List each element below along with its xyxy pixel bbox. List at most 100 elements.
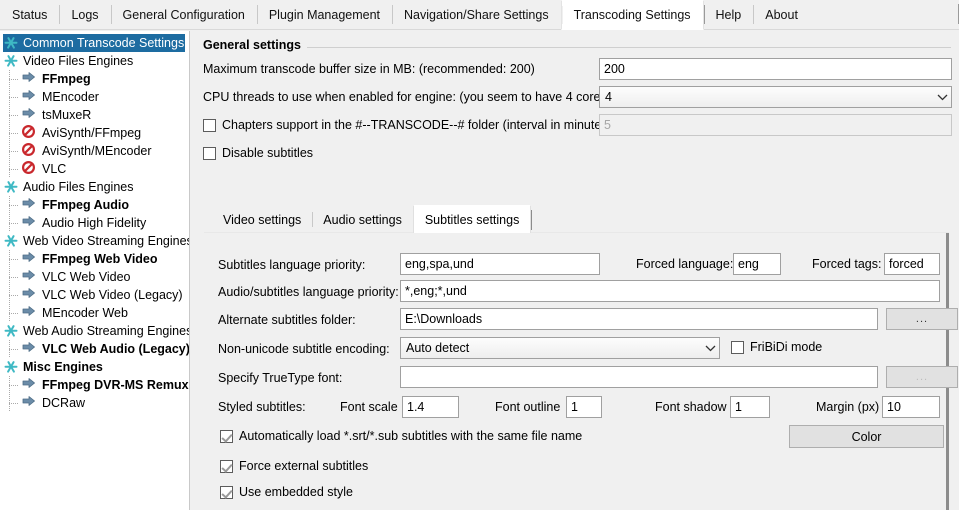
subtab-label: Video settings	[223, 212, 302, 227]
subtab-subtitles-settings[interactable]: Subtitles settings	[412, 205, 532, 233]
tab-logs[interactable]: Logs	[59, 0, 110, 29]
alt-subtitles-folder-input[interactable]	[400, 308, 878, 330]
tab-status[interactable]: Status	[0, 0, 59, 29]
tree-item-mencoder[interactable]: MEncoder	[0, 88, 189, 106]
tree-item-label: VLC	[42, 162, 67, 176]
tree-item-label: Web Audio Streaming Engines	[23, 324, 190, 338]
tree-item-ffmpeg-dvr-ms-remux[interactable]: FFmpeg DVR-MS Remux	[0, 376, 189, 394]
tree-guide-elbow	[9, 313, 19, 314]
tree-item-content: Video Files Engines	[3, 52, 133, 70]
font-outline-input[interactable]	[566, 396, 602, 418]
tree-item-content: VLC Web Audio (Legacy)	[22, 340, 189, 358]
font-shadow-label: Font shadow	[655, 400, 727, 414]
tree-item-content: VLC Web Video	[22, 268, 130, 286]
autoload-subtitles-checkbox-box	[220, 429, 233, 443]
tab-navigation-share-settings[interactable]: Navigation/Share Settings	[392, 0, 561, 29]
tree-item-content: VLC Web Video (Legacy)	[22, 286, 183, 304]
fribidi-checkbox[interactable]: FriBiDi mode	[731, 340, 822, 354]
force-external-subtitles-label: Force external subtitles	[239, 459, 369, 473]
tree-item-tsmuxer[interactable]: tsMuxeR	[0, 106, 189, 124]
tab-general-configuration[interactable]: General Configuration	[110, 0, 257, 29]
styled-subtitles-label: Styled subtitles:	[218, 400, 306, 414]
tree-item-vlc-web-audio-legacy[interactable]: VLC Web Audio (Legacy)	[0, 340, 189, 358]
use-embedded-style-label: Use embedded style	[239, 485, 353, 499]
forced-language-label: Forced language:	[636, 257, 734, 271]
tree-item-label: VLC Web Video	[42, 270, 131, 284]
deny-icon	[22, 125, 38, 141]
subtitle-encoding-label: Non-unicode subtitle encoding:	[218, 342, 390, 356]
arrow-icon	[22, 89, 38, 105]
force-external-subtitles-checkbox[interactable]: Force external subtitles	[220, 459, 368, 473]
tree-guide-elbow	[9, 223, 19, 224]
cpu-threads-value: 4	[605, 90, 612, 104]
force-external-subtitles-checkbox-box	[220, 459, 233, 473]
sub-language-priority-input[interactable]	[400, 253, 600, 275]
tree-item-ffmpeg[interactable]: FFmpeg	[0, 70, 189, 88]
tree-item-label: Audio Files Engines	[23, 180, 134, 194]
tree-item-vlc-web-video-legacy[interactable]: VLC Web Video (Legacy)	[0, 286, 189, 304]
audio-sub-priority-label: Audio/subtitles language priority:	[218, 285, 399, 299]
tree-item-vlc[interactable]: VLC	[0, 160, 189, 178]
forced-language-input[interactable]	[733, 253, 781, 275]
tree-item-ffmpeg-audio[interactable]: FFmpeg Audio	[0, 196, 189, 214]
tree-item-ffmpeg-web-video[interactable]: FFmpeg Web Video	[0, 250, 189, 268]
tree-item-audio-high-fidelity[interactable]: Audio High Fidelity	[0, 214, 189, 232]
tree-item-vlc-web-video[interactable]: VLC Web Video	[0, 268, 189, 286]
tree-item-avisynth-mencoder[interactable]: AviSynth/MEncoder	[0, 142, 189, 160]
arrow-icon	[22, 287, 38, 303]
tree-guide-elbow	[9, 385, 19, 386]
tab-label: General Configuration	[122, 7, 245, 22]
chapters-checkbox[interactable]: Chapters support in the #--TRANSCODE--# …	[203, 118, 615, 132]
fribidi-checkbox-box	[731, 340, 744, 354]
tree-guide-elbow	[9, 169, 19, 170]
tree-item-avisynth-ffmpeg[interactable]: AviSynth/FFmpeg	[0, 124, 189, 142]
font-scale-input[interactable]	[402, 396, 459, 418]
tree-guide-elbow	[9, 349, 19, 350]
tree-item-misc-engines[interactable]: Misc Engines	[0, 358, 189, 376]
buffer-size-input[interactable]	[599, 58, 952, 80]
subtab-audio-settings[interactable]: Audio settings	[312, 207, 413, 232]
subtitle-encoding-select[interactable]: Auto detect	[400, 337, 720, 359]
tab-help[interactable]: Help	[703, 0, 754, 29]
truetype-font-input[interactable]	[400, 366, 878, 388]
tree-item-dcraw[interactable]: DCRaw	[0, 394, 189, 412]
tree-item-mencoder-web[interactable]: MEncoder Web	[0, 304, 189, 322]
tree-item-content: Audio Files Engines	[3, 178, 133, 196]
tab-transcoding-settings[interactable]: Transcoding Settings	[560, 0, 704, 30]
arrow-icon	[22, 305, 38, 321]
font-shadow-input[interactable]	[730, 396, 770, 418]
alt-subtitles-folder-browse-button[interactable]: ...	[886, 308, 958, 330]
margin-label: Margin (px)	[816, 400, 880, 414]
disable-subtitles-label: Disable subtitles	[222, 146, 314, 160]
autoload-subtitles-checkbox[interactable]: Automatically load *.srt/*.sub subtitles…	[220, 429, 582, 443]
chapters-interval-input[interactable]	[599, 114, 952, 136]
arrow-icon	[22, 197, 38, 213]
engines-tree[interactable]: Common Transcode Settings Video Files Eng…	[0, 31, 190, 510]
tree-item-web-audio-streaming-engines[interactable]: Web Audio Streaming Engines	[0, 322, 189, 340]
tab-about[interactable]: About	[753, 0, 810, 29]
tab-plugin-management[interactable]: Plugin Management	[256, 0, 392, 29]
subtab-end-divider	[531, 210, 533, 230]
forced-tags-input[interactable]	[884, 253, 940, 275]
tree-item-content: Web Audio Streaming Engines	[3, 322, 190, 340]
disable-subtitles-checkbox[interactable]: Disable subtitles	[203, 146, 313, 160]
main-tab-bar: Status Logs General Configuration Plugin Ma…	[0, 0, 959, 30]
tree-item-content: Common Transcode Settings	[3, 34, 185, 52]
margin-input[interactable]	[882, 396, 940, 418]
cpu-threads-select[interactable]: 4	[599, 86, 952, 108]
use-embedded-style-checkbox[interactable]: Use embedded style	[220, 485, 353, 499]
tree-item-audio-files-engines[interactable]: Audio Files Engines	[0, 178, 189, 196]
tab-label: Navigation/Share Settings	[404, 7, 549, 22]
forced-tags-label: Forced tags:	[812, 257, 882, 271]
arrow-icon	[22, 107, 38, 123]
arrow-icon	[22, 71, 38, 87]
tree-item-common-transcode-settings[interactable]: Common Transcode Settings	[0, 34, 189, 52]
audio-sub-priority-input[interactable]	[400, 280, 940, 302]
snowflake-icon	[3, 53, 19, 69]
color-button[interactable]: Color	[789, 425, 944, 448]
tree-item-video-files-engines[interactable]: Video Files Engines	[0, 52, 189, 70]
tab-label: About	[765, 7, 798, 22]
truetype-font-browse-button[interactable]: ...	[886, 366, 958, 388]
tree-item-web-video-streaming-engines[interactable]: Web Video Streaming Engines	[0, 232, 189, 250]
subtab-video-settings[interactable]: Video settings	[212, 207, 312, 232]
